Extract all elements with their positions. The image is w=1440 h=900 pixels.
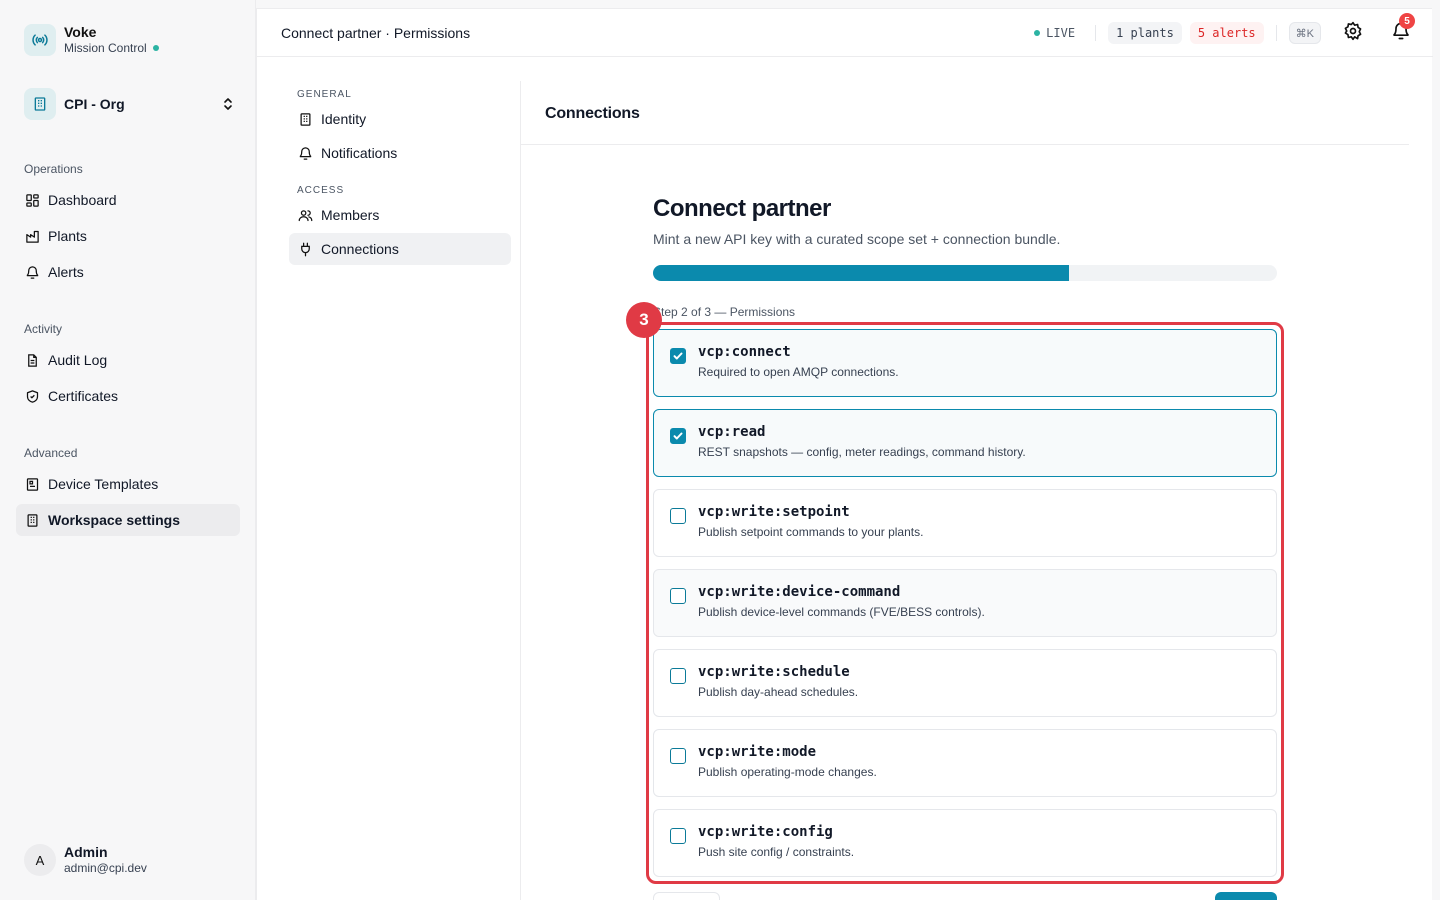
subnav-item-identity[interactable]: Identity bbox=[289, 103, 511, 135]
document-icon bbox=[24, 352, 40, 368]
subnav-item-label: Members bbox=[321, 207, 380, 223]
alerts-count-badge[interactable]: 5 alerts bbox=[1189, 22, 1264, 44]
subnav-item-label: Notifications bbox=[321, 145, 398, 161]
brand[interactable]: Voke Mission Control bbox=[24, 24, 159, 56]
factory-icon bbox=[24, 228, 40, 244]
building-icon bbox=[24, 512, 40, 528]
live-label: LIVE bbox=[1046, 26, 1076, 40]
annotation-marker: 3 bbox=[626, 302, 662, 338]
settings-button[interactable] bbox=[1337, 17, 1369, 49]
subnav-item-notifications[interactable]: Notifications bbox=[289, 137, 511, 169]
subnav-divider bbox=[520, 81, 521, 900]
notifications-button[interactable]: 5 bbox=[1385, 13, 1417, 49]
sidebar-item-label: Plants bbox=[48, 228, 87, 244]
users-icon bbox=[297, 207, 313, 223]
nav-section-operations: Operations bbox=[24, 162, 83, 176]
live-dot bbox=[1034, 30, 1041, 36]
user-email: admin@cpi.dev bbox=[64, 861, 147, 875]
form-subtitle: Mint a new API key with a curated scope … bbox=[653, 231, 1061, 247]
divider bbox=[1275, 25, 1277, 41]
subnav-section-access: ACCESS bbox=[297, 185, 345, 196]
sidebar-item-device-templates[interactable]: Device Templates bbox=[16, 468, 240, 500]
form-title: Connect partner bbox=[653, 195, 831, 222]
sidebar-item-label: Device Templates bbox=[48, 476, 159, 492]
dashboard-icon bbox=[24, 192, 40, 208]
sidebar-item-label: Audit Log bbox=[48, 352, 108, 368]
next-button[interactable] bbox=[1215, 892, 1277, 900]
sidebar-item-dashboard[interactable]: Dashboard bbox=[16, 184, 240, 216]
brand-subtitle-text: Mission Control bbox=[64, 41, 147, 55]
subnav-section-general: GENERAL bbox=[297, 89, 352, 100]
sidebar-item-plants[interactable]: Plants bbox=[16, 220, 240, 252]
sidebar-item-workspace-settings[interactable]: Workspace settings bbox=[16, 504, 240, 536]
sidebar: Voke Mission Control CPI - Org Operation… bbox=[0, 0, 256, 900]
back-button[interactable] bbox=[653, 892, 720, 900]
plug-icon bbox=[297, 241, 313, 257]
org-switcher[interactable]: CPI - Org bbox=[24, 88, 236, 120]
content-header: Connections bbox=[521, 81, 1409, 145]
user-name: Admin bbox=[64, 844, 108, 860]
subnav-item-connections[interactable]: Connections bbox=[289, 233, 511, 265]
sidebar-item-label: Workspace settings bbox=[48, 512, 181, 528]
building-icon bbox=[297, 111, 313, 127]
sidebar-item-label: Dashboard bbox=[48, 192, 117, 208]
divider bbox=[1095, 25, 1097, 41]
building-icon bbox=[24, 88, 56, 120]
status-dot bbox=[152, 45, 159, 51]
breadcrumb: Connect partner · Permissions bbox=[281, 25, 471, 41]
shield-icon bbox=[24, 388, 40, 404]
topbar-status: LIVE 1 plants 5 alerts ⌘K 5 bbox=[1026, 13, 1417, 49]
template-icon bbox=[24, 476, 40, 492]
sidebar-item-label: Alerts bbox=[48, 264, 84, 280]
live-indicator: LIVE bbox=[1026, 22, 1083, 44]
subnav-item-label: Identity bbox=[321, 111, 367, 127]
highlight-box bbox=[646, 322, 1284, 884]
subnav-item-members[interactable]: Members bbox=[289, 199, 511, 231]
topbar: Connect partner · Permissions LIVE 1 pla… bbox=[257, 9, 1433, 57]
notification-count-badge: 5 bbox=[1399, 13, 1415, 29]
brand-name: Voke bbox=[64, 24, 97, 40]
page-title: Connections bbox=[545, 105, 640, 122]
bell-icon bbox=[24, 264, 40, 280]
sidebar-item-alerts[interactable]: Alerts bbox=[16, 256, 240, 288]
sidebar-item-certificates[interactable]: Certificates bbox=[16, 380, 240, 412]
nav-section-activity: Activity bbox=[24, 322, 63, 336]
command-palette-shortcut[interactable]: ⌘K bbox=[1288, 22, 1321, 44]
radio-tower-icon bbox=[24, 24, 56, 56]
step-progress-bar bbox=[653, 265, 1277, 281]
user-menu[interactable]: A Admin admin@cpi.dev bbox=[24, 844, 147, 876]
org-name: CPI - Org bbox=[64, 96, 125, 112]
nav-section-advanced: Advanced bbox=[24, 446, 78, 460]
sidebar-item-audit-log[interactable]: Audit Log bbox=[16, 344, 240, 376]
gear-icon bbox=[1343, 21, 1363, 46]
subnav-item-label: Connections bbox=[321, 241, 399, 257]
main-panel: Connect partner · Permissions LIVE 1 pla… bbox=[256, 8, 1433, 900]
brand-subtitle: Mission Control bbox=[64, 40, 159, 56]
sidebar-item-label: Certificates bbox=[48, 388, 119, 404]
plants-count-badge[interactable]: 1 plants bbox=[1108, 22, 1182, 44]
step-label: Step 2 of 3 — Permissions bbox=[653, 305, 796, 319]
chevron-up-down-icon bbox=[220, 96, 236, 112]
avatar: A bbox=[24, 844, 56, 876]
bell-icon bbox=[297, 145, 313, 161]
settings-subnav: GENERAL Identity Notifications ACCESS Me… bbox=[289, 81, 513, 900]
progress-fill bbox=[653, 265, 1070, 281]
connect-partner-form: Connect partner Mint a new API key with … bbox=[653, 195, 1277, 877]
